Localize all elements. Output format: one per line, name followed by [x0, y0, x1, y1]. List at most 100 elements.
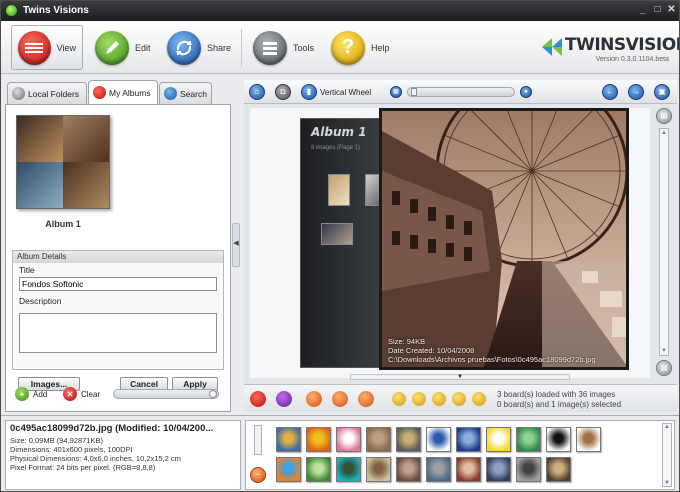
zoom-slider[interactable]: [407, 87, 515, 97]
thumb-12[interactable]: [276, 457, 301, 482]
view-label: View: [56, 42, 76, 53]
edit-icon: [95, 30, 129, 65]
thumb-18[interactable]: [456, 457, 481, 482]
view-mode-label[interactable]: Vertical Wheel: [320, 88, 371, 97]
scroll-bottom-icon[interactable]: ▤: [656, 360, 672, 376]
star-2-icon[interactable]: [412, 392, 426, 406]
view-button[interactable]: View: [11, 25, 83, 70]
scroll-down-icon[interactable]: ▼: [661, 348, 667, 354]
description-input[interactable]: [19, 313, 217, 353]
fullscreen-icon[interactable]: ▣: [654, 84, 670, 100]
viewer-toolbar: ⌂ ◘ ▮ Vertical Wheel ▦ ● ← → ▣: [244, 80, 677, 104]
thumb-10[interactable]: [546, 427, 571, 452]
scroll-top-icon[interactable]: ▤: [656, 108, 672, 124]
viewer-panel: ⌂ ◘ ▮ Vertical Wheel ▦ ● ← → ▣ Album 1 8…: [244, 80, 677, 412]
view-icon: [18, 30, 51, 65]
grid-icon[interactable]: ▦: [390, 86, 402, 98]
thumb-4[interactable]: [366, 427, 391, 452]
thumb-20[interactable]: [516, 457, 541, 482]
file-dimensions: Dimensions: 401x600 pixels, 100DPI: [10, 445, 133, 454]
thumb-7[interactable]: [456, 427, 481, 452]
star-3-icon[interactable]: [432, 392, 446, 406]
thumb-11[interactable]: [576, 427, 601, 452]
share-button[interactable]: Share: [161, 25, 237, 70]
photo-size: Size: 94KB: [388, 337, 426, 346]
strip-scroll-down-icon[interactable]: ▼: [664, 480, 670, 486]
strip-scrollbar[interactable]: ▲ ▼: [662, 423, 672, 487]
thumb-13[interactable]: [306, 457, 331, 482]
album-size-slider[interactable]: [113, 389, 219, 399]
scroll-track[interactable]: ▲ ▼: [659, 128, 669, 356]
help-button[interactable]: ? Help: [325, 25, 396, 70]
stage-collapse-handle[interactable]: ▼: [350, 374, 570, 380]
status-text: 3 board(s) loaded with 36 images 0 board…: [497, 390, 621, 410]
flip-icon[interactable]: [358, 391, 374, 407]
add-label[interactable]: Add: [33, 390, 47, 399]
thumb-1[interactable]: [276, 427, 301, 452]
camera-icon[interactable]: ◘: [275, 84, 291, 100]
star-1-icon[interactable]: [392, 392, 406, 406]
delete-icon[interactable]: [250, 391, 266, 407]
tab-my-albums[interactable]: My Albums: [88, 80, 158, 104]
thumb-15[interactable]: [366, 457, 391, 482]
help-label: Help: [371, 42, 390, 53]
star-5-icon[interactable]: [472, 392, 486, 406]
viewer-scrollbar[interactable]: ▤ ▲ ▼ ▤: [654, 108, 674, 378]
strip-scroll-up-icon[interactable]: ▲: [664, 424, 670, 430]
photo-info-overlay: Size: 94KB Date Created: 10/04/2008 C:\D…: [388, 337, 596, 364]
viewer-action-bar: 3 board(s) loaded with 36 images 0 board…: [244, 384, 677, 412]
app-logo-icon: [5, 4, 18, 17]
tools-label: Tools: [293, 42, 315, 53]
thumb-19[interactable]: [486, 457, 511, 482]
tab-search[interactable]: Search: [159, 82, 212, 104]
slider-thumb[interactable]: [209, 390, 217, 398]
thumb-21[interactable]: [546, 457, 571, 482]
album-card-3d[interactable]: Album 1 8 images (Page 1): [300, 118, 390, 368]
minimize-icon[interactable]: _: [636, 4, 649, 17]
tools-button[interactable]: Tools: [247, 25, 320, 70]
title-bar: Twins Visions _ □ ✕: [1, 1, 679, 21]
close-icon[interactable]: ✕: [665, 4, 678, 17]
edit-button[interactable]: Edit: [89, 25, 157, 70]
wheel-mode-icon[interactable]: ▮: [301, 84, 317, 100]
star-4-icon[interactable]: [452, 392, 466, 406]
thumb-8[interactable]: [486, 427, 511, 452]
panel-splitter[interactable]: ◀: [232, 223, 240, 267]
thumb-5[interactable]: [396, 427, 421, 452]
thumb-6[interactable]: [426, 427, 451, 452]
maximize-icon[interactable]: □: [651, 4, 664, 17]
thumb-17[interactable]: [426, 457, 451, 482]
forward-arrow-icon[interactable]: →: [628, 84, 644, 100]
thumb-16[interactable]: [396, 457, 421, 482]
album-thumbnail[interactable]: [16, 115, 110, 209]
add-icon[interactable]: +: [15, 387, 29, 401]
left-panel: Local Folders My Albums Search Album 1 A…: [5, 80, 231, 412]
strip-slider[interactable]: [254, 425, 262, 455]
strip-remove-icon[interactable]: −: [250, 467, 266, 483]
left-footer: + Add ✕ Clear: [5, 383, 231, 407]
album-card-photo-3[interactable]: [321, 223, 353, 245]
rotate-left-icon[interactable]: [306, 391, 322, 407]
tab-local-folders[interactable]: Local Folders: [7, 82, 87, 104]
wheel-stage: Album 1 8 images (Page 1) Size: 94KB Dat…: [250, 108, 650, 380]
copy-icon[interactable]: [276, 391, 292, 407]
thumb-14[interactable]: [336, 457, 361, 482]
scroll-up-icon[interactable]: ▲: [661, 130, 667, 136]
rotate-right-icon[interactable]: [332, 391, 348, 407]
album-photo-2: [63, 116, 109, 162]
albums-pane: Album 1 Album Details Title Description …: [5, 104, 231, 412]
home-icon[interactable]: ⌂: [249, 84, 265, 100]
clear-icon[interactable]: ✕: [63, 387, 77, 401]
title-input[interactable]: [19, 277, 217, 291]
thumb-3[interactable]: [336, 427, 361, 452]
zoom-thumb[interactable]: [411, 88, 417, 96]
album-card-photo-1[interactable]: [328, 174, 350, 206]
back-arrow-icon[interactable]: ←: [602, 84, 618, 100]
clear-label[interactable]: Clear: [81, 390, 100, 399]
fit-icon[interactable]: ●: [520, 86, 532, 98]
main-photo[interactable]: Size: 94KB Date Created: 10/04/2008 C:\D…: [379, 108, 629, 370]
thumb-2[interactable]: [306, 427, 331, 452]
status-line-1: 3 board(s) loaded with 36 images: [497, 390, 616, 399]
thumb-9[interactable]: [516, 427, 541, 452]
london-eye-photo: [382, 111, 626, 367]
